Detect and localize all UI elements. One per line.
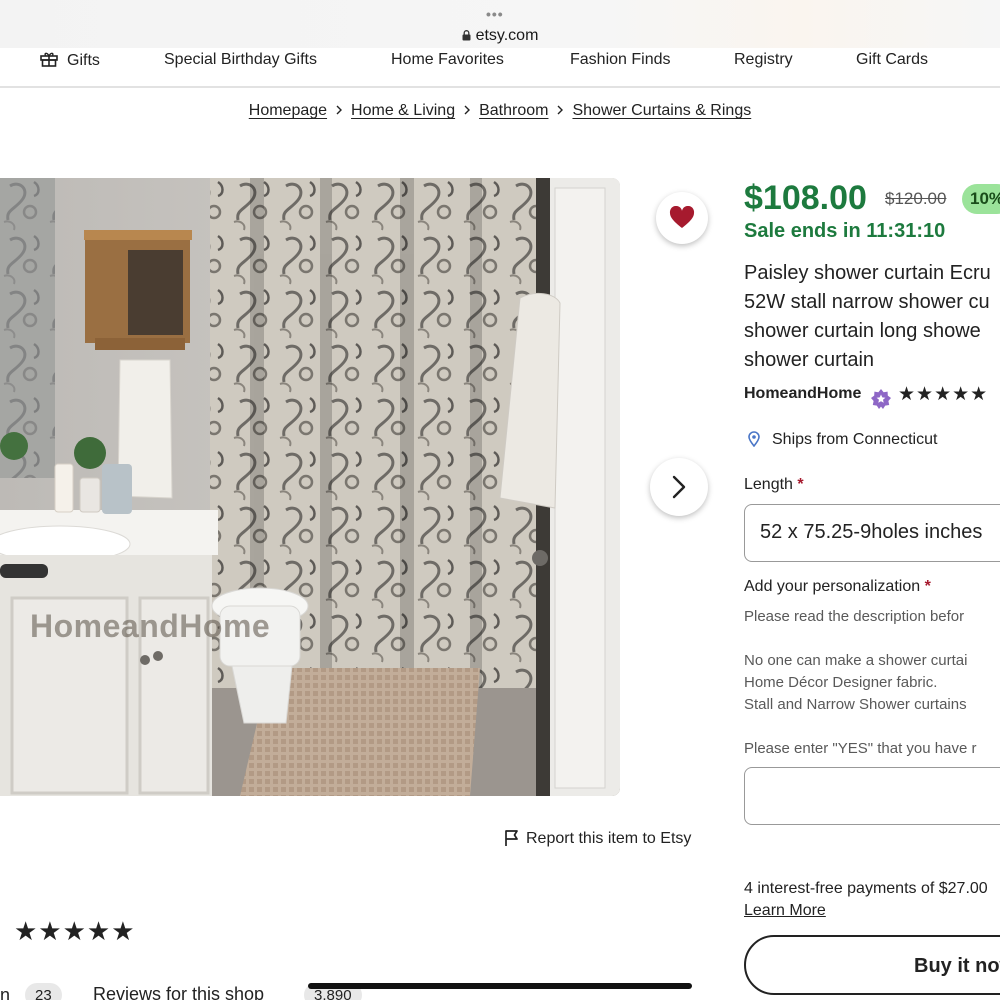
nav-label: Gifts	[67, 52, 100, 69]
url-text: etsy.com	[475, 27, 539, 44]
title-line: shower curtain	[744, 349, 875, 371]
breadcrumb: Homepage Home & Living Bathroom Shower Curt…	[0, 102, 1000, 120]
shop-name-link[interactable]: HomeandHome	[744, 385, 861, 403]
category-nav: Gifts Special Birthday Gifts Home Favori…	[0, 48, 1000, 88]
star-seller-badge-icon	[871, 389, 891, 409]
required-mark: *	[797, 476, 804, 493]
report-item-link[interactable]: Report this item to Etsy	[504, 829, 691, 848]
sale-countdown: Sale ends in 11:31:10	[744, 220, 946, 242]
personalization-instructions: Stall and Narrow Shower curtains	[744, 696, 967, 713]
home-indicator[interactable]	[308, 983, 692, 989]
browser-toolbar: ••• etsy.com	[0, 0, 1000, 54]
learn-more-link[interactable]: Learn More	[744, 902, 826, 919]
product-title: Paisley shower curtain Ecru 52W stall na…	[744, 259, 1000, 375]
chevron-right-icon	[336, 105, 343, 115]
tab-shop-reviews[interactable]: Reviews for this shop	[93, 984, 264, 1000]
buy-it-now-button[interactable]: Buy it now	[744, 935, 1000, 995]
installments-info: 4 interest-free payments of $27.00 Learn…	[744, 878, 988, 922]
personalization-label: Add your personalization *	[744, 578, 931, 596]
nav-item-registry[interactable]: Registry	[734, 51, 793, 69]
shop-rating-stars[interactable]: ★★★★★	[898, 383, 988, 406]
breadcrumb-homepage[interactable]: Homepage	[249, 102, 327, 119]
nav-item-fashion-finds[interactable]: Fashion Finds	[570, 51, 671, 69]
original-price: $120.00	[885, 189, 947, 208]
nav-item-gift-cards[interactable]: Gift Cards	[856, 51, 928, 69]
next-image-button[interactable]	[650, 458, 708, 516]
title-line: Paisley shower curtain Ecru	[744, 262, 991, 284]
ships-from-text: Ships from Connecticut	[772, 431, 938, 448]
review-stars: ★★★★★	[14, 916, 136, 946]
favorite-button[interactable]	[656, 192, 708, 244]
personalization-label-text: Add your personalization	[744, 578, 921, 595]
length-select[interactable]: 52 x 75.25-9holes inches	[744, 504, 1000, 562]
tab-label-fragment[interactable]: n	[0, 985, 10, 1000]
length-label: Length *	[744, 476, 804, 494]
report-label: Report this item to Etsy	[526, 830, 692, 847]
title-line: shower curtain long showe	[744, 320, 981, 342]
personalization-input[interactable]	[744, 767, 1000, 825]
sale-price: $108.00	[744, 179, 867, 217]
nav-item-gifts[interactable]: Gifts	[40, 51, 100, 70]
title-line: 52W stall narrow shower cu	[744, 291, 990, 313]
breadcrumb-shower-curtains-rings[interactable]: Shower Curtains & Rings	[572, 102, 751, 119]
item-review-count: 23	[25, 983, 62, 1000]
personalization-instructions: Please read the description befor	[744, 608, 965, 625]
ships-from: Ships from Connecticut	[748, 431, 937, 449]
length-label-text: Length	[744, 476, 793, 493]
chevron-right-icon	[672, 475, 686, 499]
personalization-instructions: Home Décor Designer fabric.	[744, 674, 938, 691]
product-image[interactable]: HomeandHome	[0, 178, 620, 796]
installments-text: 4 interest-free payments of $27.00	[744, 880, 988, 897]
address-bar[interactable]: etsy.com	[0, 27, 1000, 45]
discount-badge: 10%	[962, 184, 1000, 214]
nav-item-special-birthday-gifts[interactable]: Special Birthday Gifts	[164, 51, 317, 69]
location-pin-icon	[748, 431, 760, 447]
chevron-right-icon	[557, 105, 564, 115]
breadcrumb-bathroom[interactable]: Bathroom	[479, 102, 548, 119]
gift-icon	[40, 52, 58, 67]
heart-icon	[669, 206, 695, 228]
watermark: HomeandHome	[30, 608, 271, 644]
flag-icon	[505, 830, 518, 846]
personalization-instructions: No one can make a shower curtai	[744, 652, 968, 669]
more-dots-icon[interactable]: •••	[486, 7, 504, 21]
breadcrumb-home-living[interactable]: Home & Living	[351, 102, 455, 119]
personalization-instructions: Please enter "YES" that you have r	[744, 740, 977, 757]
chevron-right-icon	[464, 105, 471, 115]
lock-icon	[462, 30, 471, 41]
required-mark: *	[924, 578, 931, 595]
nav-item-home-favorites[interactable]: Home Favorites	[391, 51, 504, 69]
bathroom-photo	[0, 178, 620, 796]
